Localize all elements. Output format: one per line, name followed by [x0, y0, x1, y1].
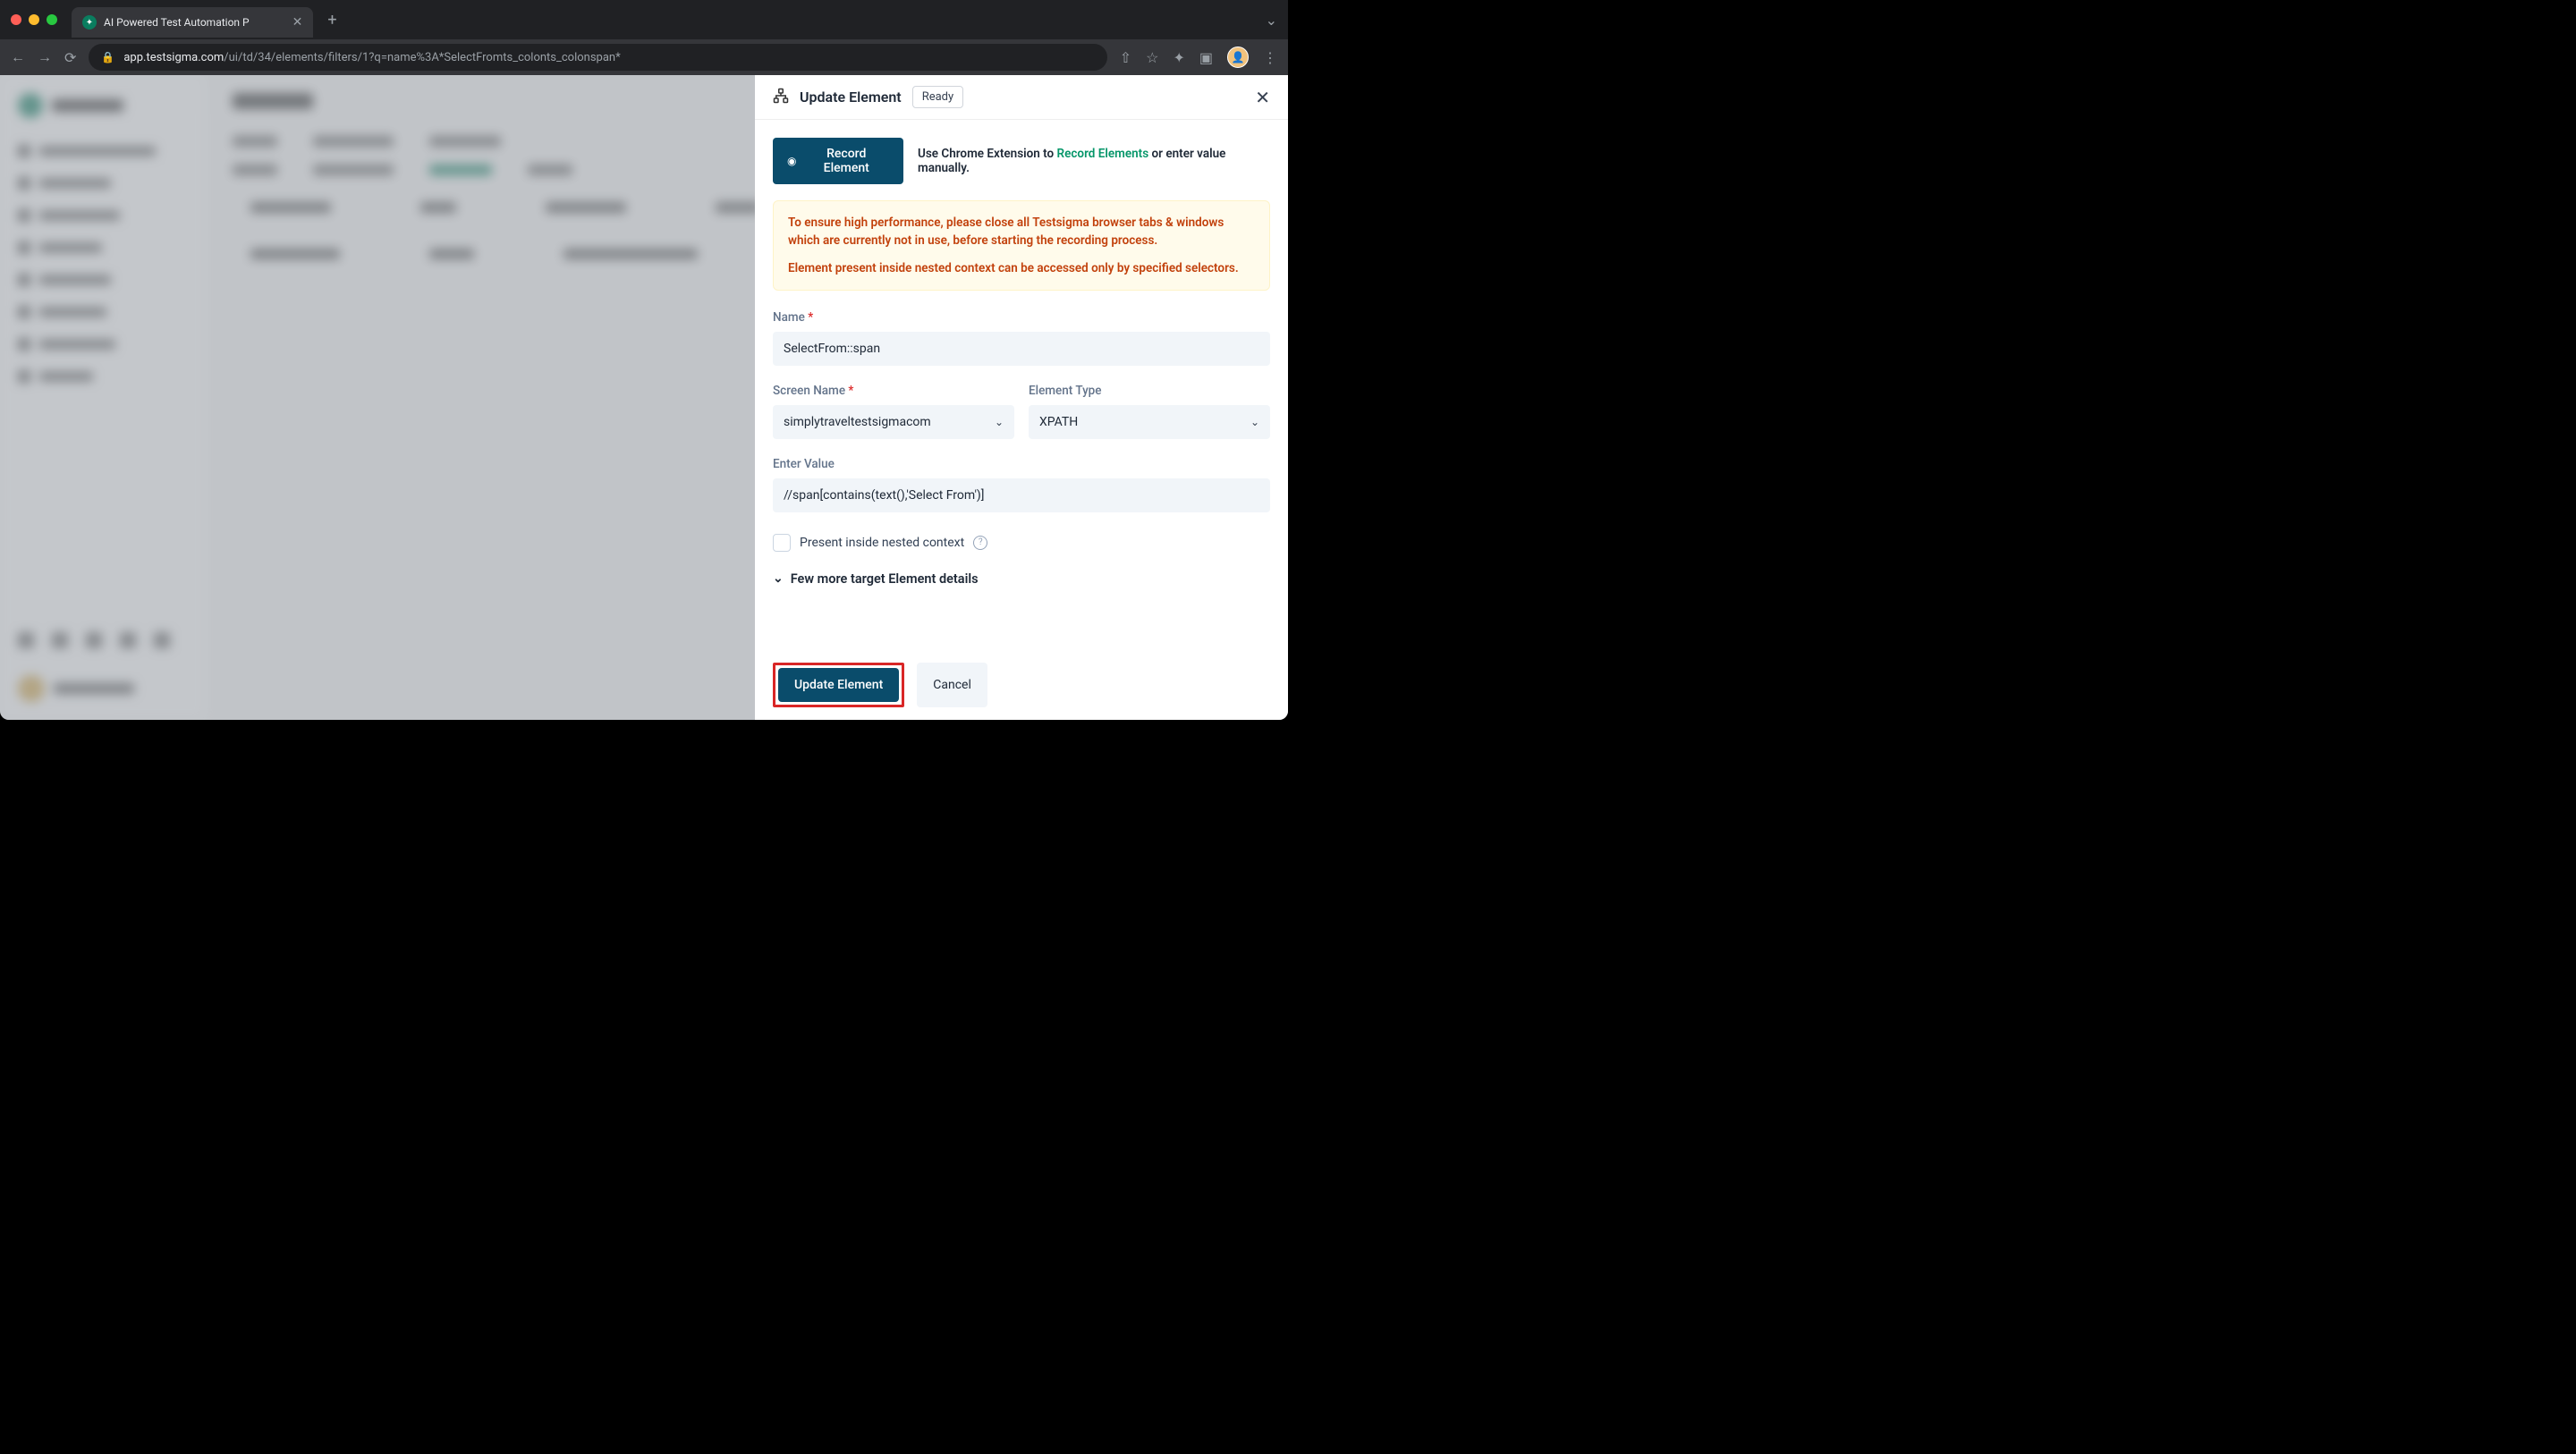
record-elements-link[interactable]: Record Elements	[1057, 147, 1149, 161]
cancel-button[interactable]: Cancel	[917, 663, 987, 707]
new-tab-button[interactable]: +	[327, 11, 336, 30]
tab-title: AI Powered Test Automation P	[104, 16, 250, 29]
forward-icon[interactable]: →	[38, 48, 52, 66]
url-bar[interactable]: 🔒 app.testsigma.com/ui/td/34/elements/fi…	[89, 44, 1106, 71]
enter-value-input[interactable]	[773, 478, 1270, 512]
lock-icon: 🔒	[101, 51, 114, 63]
warning-text-2: Element present inside nested context ca…	[788, 259, 1255, 277]
panel-icon[interactable]: ▣	[1199, 49, 1213, 66]
screen-name-select[interactable]: simplytraveltestsigmacom ⌄	[773, 405, 1014, 439]
window-minimize[interactable]	[29, 14, 39, 25]
browser-tab-bar: ✦ AI Powered Test Automation P ✕ + ⌄	[0, 0, 1288, 39]
reload-icon[interactable]: ⟳	[64, 49, 76, 66]
warning-banner: To ensure high performance, please close…	[773, 200, 1270, 291]
name-input[interactable]	[773, 332, 1270, 366]
share-icon[interactable]: ⇧	[1120, 49, 1131, 66]
update-element-panel: Update Element Ready ✕ Record Element Us…	[755, 75, 1288, 720]
update-element-button[interactable]: Update Element	[778, 668, 899, 702]
enter-value-label: Enter Value	[773, 457, 1270, 471]
chevron-down-icon: ⌄	[773, 571, 784, 586]
tab-close-icon[interactable]: ✕	[292, 15, 303, 30]
tab-favicon: ✦	[82, 15, 97, 30]
nested-context-label: Present inside nested context	[800, 536, 964, 550]
help-icon[interactable]: ?	[973, 536, 987, 550]
highlight-annotation: Update Element	[773, 663, 904, 707]
warning-text-1: To ensure high performance, please close…	[788, 214, 1255, 250]
status-badge: Ready	[912, 86, 963, 108]
window-maximize[interactable]	[47, 14, 57, 25]
back-icon[interactable]: ←	[11, 48, 25, 66]
url-text: app.testsigma.com/ui/td/34/elements/filt…	[123, 51, 620, 64]
panel-header: Update Element Ready ✕	[755, 75, 1288, 120]
browser-nav-bar: ← → ⟳ 🔒 app.testsigma.com/ui/td/34/eleme…	[0, 39, 1288, 75]
close-icon[interactable]: ✕	[1255, 87, 1270, 108]
element-type-label: Element Type	[1029, 384, 1270, 398]
name-label: Name *	[773, 310, 1270, 325]
expand-details-toggle[interactable]: ⌄ Few more target Element details	[773, 571, 1270, 587]
menu-icon[interactable]: ⋮	[1263, 49, 1277, 66]
record-instruction: Use Chrome Extension to Record Elements …	[918, 147, 1270, 175]
record-element-button[interactable]: Record Element	[773, 138, 903, 184]
bookmark-icon[interactable]: ☆	[1146, 49, 1158, 66]
screen-name-label: Screen Name *	[773, 384, 1014, 398]
chevron-down-icon: ⌄	[1250, 416, 1259, 428]
panel-footer: Update Element Cancel	[755, 650, 1288, 720]
chevron-down-icon: ⌄	[995, 416, 1004, 428]
nested-context-checkbox[interactable]	[773, 534, 791, 552]
element-type-select[interactable]: XPATH ⌄	[1029, 405, 1270, 439]
browser-tab[interactable]: ✦ AI Powered Test Automation P ✕	[72, 7, 313, 38]
tabs-dropdown-icon[interactable]: ⌄	[1266, 12, 1277, 29]
window-close[interactable]	[11, 14, 21, 25]
element-tree-icon	[773, 88, 789, 107]
profile-avatar[interactable]: 👤	[1227, 46, 1249, 68]
extensions-icon[interactable]: ✦	[1173, 49, 1184, 66]
panel-title: Update Element	[800, 89, 902, 106]
